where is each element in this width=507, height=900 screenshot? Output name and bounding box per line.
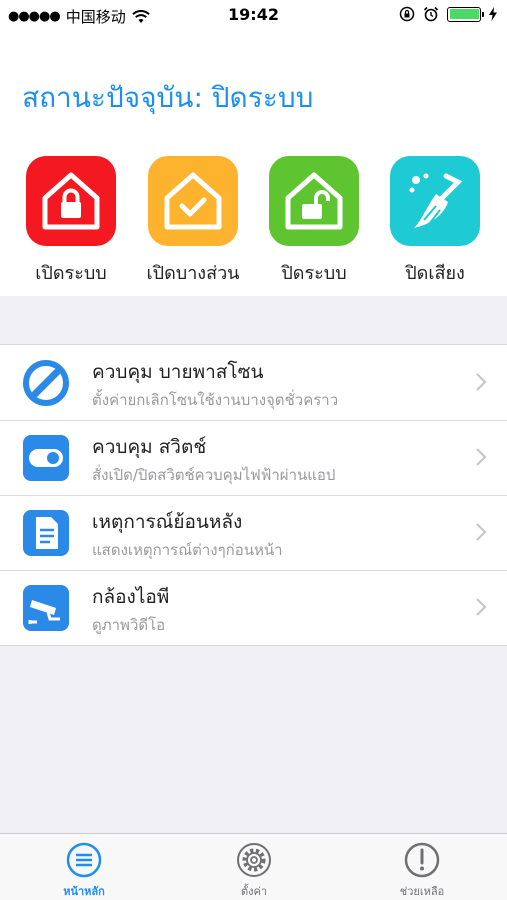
gear-icon <box>237 843 271 877</box>
chevron-right-icon <box>476 448 487 466</box>
battery-icon <box>447 6 484 22</box>
partial-arm-button[interactable]: เปิดบางส่วน <box>138 156 248 287</box>
tab-help[interactable]: ช่วยเหลือ <box>362 842 482 900</box>
list-icon <box>66 842 102 878</box>
menu-item-subtitle: ดูภาพวิดีโอ <box>92 616 166 634</box>
chevron-right-icon <box>476 373 487 391</box>
tab-label: ตั้งค่า <box>240 885 268 898</box>
silence-tile[interactable] <box>390 156 480 246</box>
charging-bolt-icon <box>489 7 497 21</box>
house-lock-icon <box>42 172 100 230</box>
menu-list: ควบคุม บายพาสโซน ตั้งค่ายกเลิกโซนใช้งานบ… <box>0 344 507 646</box>
silence-label: ปิดเสียง <box>405 263 465 284</box>
document-icon <box>23 510 69 556</box>
menu-item-subtitle: แสดงเหตุการณ์ต่างๆก่อนหน้า <box>92 541 283 559</box>
silence-button[interactable]: ปิดเสียง <box>380 156 490 287</box>
current-status-title: สถานะปัจจุบัน: ปิดระบบ <box>22 81 314 114</box>
arm-button[interactable]: เปิดระบบ <box>16 156 126 287</box>
menu-item-subtitle: สั่งเปิด/ปิดสวิตช์ควบคุมไฟฟ้าผ่านแอป <box>92 466 336 484</box>
header-panel: ●●●●● 中国移动 19:42 สถานะปัจจุบัน: ปิดระบบ … <box>0 0 507 296</box>
house-check-icon <box>164 172 222 230</box>
quick-actions: เปิดระบบ เปิดบางส่วน ปิดระบบ ปิดเสียง <box>0 156 507 286</box>
disarm-button[interactable]: ปิดระบบ <box>259 156 369 287</box>
menu-item-subtitle: ตั้งค่ายกเลิกโซนใช้งานบางจุดชั่วคราว <box>92 391 339 409</box>
menu-item-title: กล้องไอพี <box>92 586 170 608</box>
alarm-clock-icon <box>423 6 439 22</box>
menu-item-event-history[interactable]: เหตุการณ์ย้อนหลัง แสดงเหตุการณ์ต่างๆก่อน… <box>0 495 507 570</box>
disarm-label: ปิดระบบ <box>281 263 347 284</box>
partial-arm-tile[interactable] <box>148 156 238 246</box>
arm-label: เปิดระบบ <box>35 263 107 284</box>
chevron-right-icon <box>476 598 487 616</box>
status-bar: ●●●●● 中国移动 19:42 <box>0 0 507 30</box>
toggle-switch-icon <box>23 435 69 481</box>
menu-item-bypass-zone[interactable]: ควบคุม บายพาสโซน ตั้งค่ายกเลิกโซนใช้งานบ… <box>0 345 507 420</box>
menu-item-title: เหตุการณ์ย้อนหลัง <box>92 511 243 533</box>
tab-label: ช่วยเหลือ <box>399 885 445 898</box>
exclamation-icon <box>404 842 440 878</box>
house-unlock-icon <box>285 172 343 230</box>
partial-arm-label: เปิดบางส่วน <box>146 263 240 284</box>
bypass-icon <box>23 360 69 406</box>
arm-tile[interactable] <box>26 156 116 246</box>
rotation-lock-icon <box>399 6 415 22</box>
tab-settings[interactable]: ตั้งค่า <box>194 842 314 900</box>
tab-bar: หน้าหลัก ตั้งค่า ช่วยเหลือ <box>0 833 507 900</box>
disarm-tile[interactable] <box>269 156 359 246</box>
menu-item-switch-control[interactable]: ควบคุม สวิตช์ สั่งเปิด/ปิดสวิตช์ควบคุมไฟ… <box>0 420 507 495</box>
tab-label: หน้าหลัก <box>63 885 105 898</box>
broom-icon <box>409 173 463 228</box>
tab-home[interactable]: หน้าหลัก <box>24 842 144 900</box>
menu-item-ip-camera[interactable]: กล้องไอพี ดูภาพวิดีโอ <box>0 570 507 645</box>
menu-item-title: ควบคุม สวิตช์ <box>92 436 207 458</box>
camera-icon <box>23 585 69 631</box>
menu-item-title: ควบคุม บายพาสโซน <box>92 361 264 383</box>
chevron-right-icon <box>476 523 487 541</box>
